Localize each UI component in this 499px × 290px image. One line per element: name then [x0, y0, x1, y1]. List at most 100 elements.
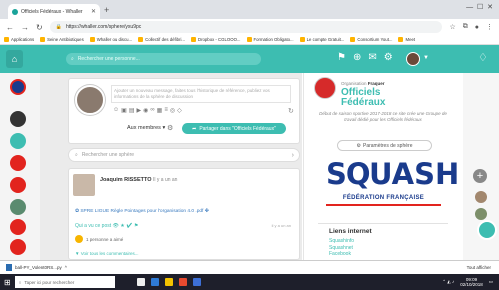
taskbar-apps	[136, 278, 201, 286]
menu-icon[interactable]: ⋮	[486, 23, 493, 31]
sign-icon[interactable]: ⊕	[353, 52, 361, 63]
forward-icon[interactable]: →	[21, 23, 29, 32]
avatar[interactable]	[475, 191, 487, 203]
add-icon[interactable]: +	[473, 169, 487, 183]
link-item[interactable]: Facebook	[329, 251, 354, 258]
taskbar-search[interactable]: ○ Taper ici pour rechercher	[14, 276, 115, 288]
poll-icon[interactable]: ≡	[164, 107, 168, 114]
word-icon[interactable]	[192, 278, 201, 286]
logo-underline	[326, 204, 441, 206]
tray-icons[interactable]: ⌃ ◭ ♪	[442, 279, 454, 285]
emoji-icon[interactable]: ☺	[113, 107, 119, 114]
settings-icon[interactable]: ⚙	[167, 124, 173, 132]
windows-taskbar: ⊞ ○ Taper ici pour rechercher ⌃ ◭ ♪ 09:0…	[0, 274, 499, 290]
star-icon[interactable]: ☆	[449, 23, 455, 31]
sphere-search-input[interactable]: ⌕ Rechercher une sphère ›	[68, 148, 300, 162]
view-comments-link[interactable]: ▼ Voir tous les commentaires...	[75, 251, 138, 256]
link-icon[interactable]: ∞	[150, 107, 154, 114]
url-field[interactable]: 🔒 https://whaller.com/sphere/yxu9pc	[49, 21, 443, 33]
extension-icon[interactable]: ⧉	[463, 23, 468, 31]
chevron-up-icon[interactable]: ^	[65, 265, 67, 270]
audience-select[interactable]: Aux membres ▾	[127, 125, 165, 131]
bell-icon[interactable]: ♢	[478, 51, 488, 64]
gif-icon[interactable]: ◇	[177, 107, 182, 114]
sphere-icon[interactable]	[10, 111, 26, 127]
composer-toolbar: ☺ ▣ ▤ ▶ ◉ ∞ ▦ ≡ ◎ ◇	[113, 107, 182, 114]
bookmark-item[interactable]: Meet	[398, 37, 415, 42]
sphere-icon[interactable]	[10, 219, 26, 235]
bookmark-item[interactable]: Dropbox - CGLOOO...	[190, 37, 241, 42]
gear-icon[interactable]: ⚙	[384, 52, 393, 63]
show-all-downloads-link[interactable]: Tout afficher	[467, 265, 491, 270]
search-input[interactable]: ⌕ Rechercher une personne...	[66, 53, 261, 65]
window-controls[interactable]: — ☐ ✕	[466, 3, 493, 11]
camera-icon[interactable]: ◉	[143, 107, 148, 114]
search-placeholder: Rechercher une personne...	[77, 56, 140, 62]
reload-icon[interactable]: ↻	[36, 23, 43, 32]
profile-icon[interactable]: ●	[475, 24, 479, 31]
image-icon[interactable]: ▣	[121, 107, 127, 114]
links-heading: Liens internet	[329, 228, 372, 235]
close-tab-icon[interactable]: ✕	[91, 8, 96, 15]
right-rail: +	[463, 73, 499, 260]
post-composer: Ajouter un nouveau message, faites tous …	[68, 78, 300, 144]
chat-bubble-icon[interactable]	[477, 220, 497, 240]
notification-icon[interactable]: ▭	[489, 279, 493, 285]
download-filename: ball-PY_Volent0RS...py	[15, 265, 62, 270]
link-item[interactable]: Squashinfo	[329, 238, 354, 245]
video-icon[interactable]: ▶	[136, 107, 141, 114]
calendar-icon[interactable]: ▦	[157, 107, 163, 114]
post-actions[interactable]: Qui a vu ce post 👁 ★ ✔ ⚑	[75, 223, 138, 229]
bookmark-item[interactable]: Le compte Gratuit...	[299, 37, 344, 42]
bookmark-item[interactable]: Applications	[4, 37, 34, 42]
user-avatar[interactable]	[406, 52, 420, 66]
file-icon[interactable]: ▤	[129, 107, 135, 114]
bookmark-item[interactable]: Collectif des défibri...	[138, 37, 185, 42]
bookmarks-bar: Applications Seine Antibiotiques Whaller…	[0, 35, 499, 45]
feed-post: Joaquim RISSETTO Il y a un an ✿ SPRE LIG…	[68, 168, 300, 260]
search-icon: ⌕	[75, 152, 78, 158]
task-view-icon[interactable]	[136, 278, 145, 286]
browser-tab-bar: Officiels Fédéraux - Whaller ✕ + — ☐ ✕	[0, 0, 499, 19]
edge-icon[interactable]	[150, 278, 159, 286]
sphere-settings-button[interactable]: ⚙ Paramètres de sphère	[337, 140, 432, 151]
bookmark-item[interactable]: Whaller ou discu...	[89, 37, 132, 42]
download-item[interactable]: ball-PY_Volent0RS...py ^	[6, 264, 67, 271]
chrome-icon[interactable]	[178, 278, 187, 286]
post-attachment-link[interactable]: ✿ SPRE LIGUE Règle Pointages pour l'orga…	[75, 209, 209, 214]
mail-icon[interactable]: ✉	[368, 52, 376, 63]
sphere-icon[interactable]	[10, 133, 26, 149]
organisation-name[interactable]: Fraquer	[368, 81, 385, 86]
avatar[interactable]	[73, 174, 95, 196]
bookmark-item[interactable]: Formation Obligato...	[246, 37, 294, 42]
flag-icon[interactable]: ⚑	[337, 52, 346, 63]
browser-tab[interactable]: Officiels Fédéraux - Whaller ✕	[8, 4, 100, 19]
sphere-icon[interactable]	[10, 79, 26, 95]
sphere-avatar	[314, 77, 336, 99]
windows-start-icon[interactable]: ⊞	[4, 278, 11, 287]
sphere-icon[interactable]	[10, 155, 26, 171]
bookmark-item[interactable]: Seine Antibiotiques	[40, 37, 84, 42]
refresh-icon[interactable]: ↻	[288, 107, 294, 115]
sphere-icon[interactable]	[10, 177, 26, 193]
back-icon[interactable]: ←	[6, 23, 14, 32]
sphere-icon[interactable]	[10, 239, 26, 255]
chevron-right-icon[interactable]: ›	[292, 152, 294, 159]
whaller-logo-icon[interactable]: ⌂	[6, 50, 23, 68]
clock: 09:09 02/10/2018	[460, 277, 483, 287]
new-tab-button[interactable]: +	[104, 5, 109, 15]
folder-icon[interactable]	[164, 278, 173, 286]
divider	[318, 223, 448, 224]
file-icon	[6, 264, 12, 271]
location-icon[interactable]: ◎	[170, 107, 175, 114]
avatar[interactable]	[475, 208, 487, 220]
post-author[interactable]: Joaquim RISSETTO	[100, 177, 152, 183]
bookmark-item[interactable]: Consortium Yout...	[350, 37, 392, 42]
share-button[interactable]: ➦ Partager dans "Officiels Fédéraux"	[182, 123, 286, 134]
chevron-down-icon[interactable]: ▼	[423, 55, 429, 61]
share-label: Partager dans "Officiels Fédéraux"	[199, 125, 276, 132]
message-input[interactable]: Ajouter un nouveau message, faites tous …	[111, 85, 291, 103]
sphere-icon[interactable]	[10, 199, 26, 215]
filter-placeholder: Rechercher une sphère	[81, 152, 135, 158]
app-header: ⌂ ⌕ Rechercher une personne... ⚑ ⊕ ✉ ⚙ ▼…	[0, 45, 499, 73]
